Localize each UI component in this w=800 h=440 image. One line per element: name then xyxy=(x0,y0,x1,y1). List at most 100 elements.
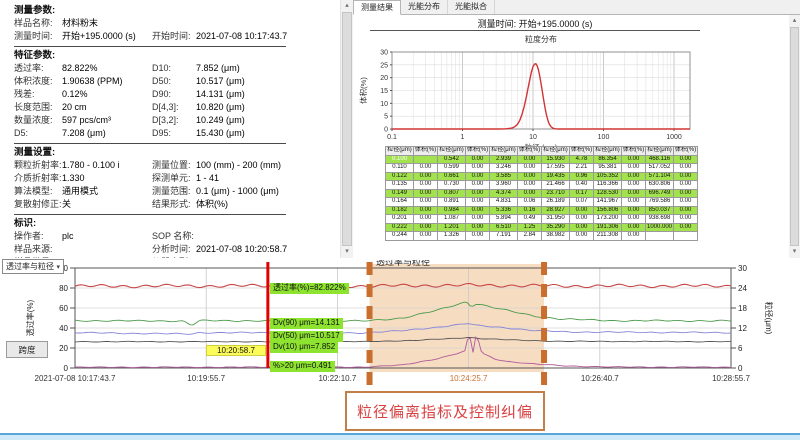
volume-cell[interactable]: 0.00 xyxy=(622,206,646,215)
size-cell[interactable] xyxy=(646,232,674,241)
volume-cell[interactable]: 0.00 xyxy=(674,198,698,207)
volume-cell[interactable]: 0.00 xyxy=(466,198,490,207)
volume-cell[interactable]: 0.00 xyxy=(414,223,438,232)
tab-light-energy-fit[interactable]: 光能拟合 xyxy=(448,0,495,14)
size-cell[interactable]: 86.354 xyxy=(594,155,622,164)
size-cell[interactable]: 0.891 xyxy=(438,198,466,207)
volume-cell[interactable]: 0.00 xyxy=(570,223,594,232)
volume-cell[interactable]: 0.40 xyxy=(570,181,594,190)
size-cell[interactable]: 38.982 xyxy=(542,232,570,241)
volume-cell[interactable]: 0.00 xyxy=(518,189,542,198)
volume-cell[interactable]: 0.00 xyxy=(466,172,490,181)
volume-cell[interactable]: 0.00 xyxy=(466,189,490,198)
volume-cell[interactable]: 0.00 xyxy=(674,155,698,164)
volume-cell[interactable]: 0.00 xyxy=(622,164,646,173)
size-cell[interactable]: 1.087 xyxy=(438,215,466,224)
size-cell[interactable]: 4.831 xyxy=(490,198,518,207)
volume-cell[interactable]: 0.00 xyxy=(466,164,490,173)
size-cell[interactable]: 468.116 xyxy=(646,155,674,164)
volume-cell[interactable] xyxy=(674,232,698,241)
volume-cell[interactable]: 0.00 xyxy=(570,232,594,241)
size-cell[interactable]: 0.135 xyxy=(386,181,414,190)
size-cell[interactable]: 2.939 xyxy=(490,155,518,164)
volume-cell[interactable]: 0.00 xyxy=(414,215,438,224)
volume-cell[interactable]: 0.00 xyxy=(622,155,646,164)
size-cell[interactable]: 696.749 xyxy=(646,189,674,198)
volume-cell[interactable]: 0.00 xyxy=(466,232,490,241)
size-cell[interactable]: 173.200 xyxy=(594,215,622,224)
size-cell[interactable]: 1.326 xyxy=(438,232,466,241)
volume-cell[interactable]: 0.00 xyxy=(414,172,438,181)
volume-cell[interactable]: 0.00 xyxy=(518,155,542,164)
size-cell[interactable]: 517.052 xyxy=(646,164,674,173)
scroll-down-icon[interactable]: ▾ xyxy=(341,247,353,257)
results-scrollbar[interactable]: ▴ ▾ xyxy=(789,15,800,258)
volume-cell[interactable]: 0.49 xyxy=(518,215,542,224)
size-cell[interactable]: 105.352 xyxy=(594,172,622,181)
size-cell[interactable]: 1.201 xyxy=(438,223,466,232)
size-cell[interactable]: 6.510 xyxy=(490,223,518,232)
size-cell[interactable]: 0.222 xyxy=(386,223,414,232)
size-cell[interactable]: 26.189 xyxy=(542,198,570,207)
volume-cell[interactable]: 0.00 xyxy=(414,164,438,173)
size-cell[interactable]: 191.306 xyxy=(594,223,622,232)
size-cell[interactable]: 211.308 xyxy=(594,232,622,241)
size-cell[interactable]: 0.149 xyxy=(386,189,414,198)
size-cell[interactable]: 769.586 xyxy=(646,198,674,207)
size-cell[interactable]: 19.435 xyxy=(542,172,570,181)
volume-cell[interactable]: 0.00 xyxy=(414,232,438,241)
size-cell[interactable]: 0.807 xyxy=(438,189,466,198)
size-cell[interactable]: 571.104 xyxy=(646,172,674,181)
scroll-down-icon[interactable]: ▾ xyxy=(789,247,800,257)
size-cell[interactable]: 116.366 xyxy=(594,181,622,190)
size-cell[interactable]: 0.730 xyxy=(438,181,466,190)
volume-cell[interactable]: 0.00 xyxy=(622,215,646,224)
volume-cell[interactable]: 0.00 xyxy=(414,198,438,207)
size-cell[interactable]: 95.381 xyxy=(594,164,622,173)
scroll-up-icon[interactable]: ▴ xyxy=(341,1,353,11)
volume-cell[interactable]: 1.25 xyxy=(518,223,542,232)
size-cell[interactable]: 35.290 xyxy=(542,223,570,232)
volume-cell[interactable]: 0.00 xyxy=(674,164,698,173)
volume-cell[interactable]: 0.16 xyxy=(518,206,542,215)
volume-cell[interactable]: 0.00 xyxy=(622,172,646,181)
volume-cell[interactable]: 0.00 xyxy=(570,206,594,215)
selection-band[interactable] xyxy=(370,264,544,372)
size-cell[interactable]: 0.244 xyxy=(386,232,414,241)
tab-light-energy-dist[interactable]: 光能分布 xyxy=(401,0,448,14)
size-cell[interactable]: 3.960 xyxy=(490,181,518,190)
size-cell[interactable]: 156.806 xyxy=(594,206,622,215)
size-cell[interactable]: 0.542 xyxy=(438,155,466,164)
scrollbar-thumb[interactable] xyxy=(342,12,352,246)
size-cell[interactable]: 0.599 xyxy=(438,164,466,173)
volume-cell[interactable]: 0.00 xyxy=(674,181,698,190)
span-button[interactable]: 跨度 xyxy=(6,341,48,358)
volume-cell[interactable]: 0.00 xyxy=(674,189,698,198)
volume-cell[interactable]: 0.00 xyxy=(622,198,646,207)
size-cell[interactable]: 31.950 xyxy=(542,215,570,224)
volume-cell[interactable]: 0.00 xyxy=(674,223,698,232)
size-cell[interactable]: 5.336 xyxy=(490,206,518,215)
size-cell[interactable]: 0.164 xyxy=(386,198,414,207)
size-cell[interactable]: 850.037 xyxy=(646,206,674,215)
volume-cell[interactable]: 2.21 xyxy=(570,164,594,173)
volume-cell[interactable]: 0.17 xyxy=(570,189,594,198)
volume-cell[interactable]: 0.00 xyxy=(674,172,698,181)
volume-cell[interactable]: 0.00 xyxy=(674,206,698,215)
volume-cell[interactable]: 0.00 xyxy=(414,189,438,198)
chart-type-dropdown[interactable]: 透过率与粒径 ▾ xyxy=(2,259,64,274)
volume-cell[interactable]: 0.96 xyxy=(570,172,594,181)
size-cell[interactable]: 7.191 xyxy=(490,232,518,241)
volume-cell[interactable]: 0.00 xyxy=(622,223,646,232)
size-cell[interactable]: 0.984 xyxy=(438,206,466,215)
volume-cell[interactable]: 0.00 xyxy=(466,155,490,164)
size-cell[interactable]: 1000.000 xyxy=(646,223,674,232)
volume-cell[interactable]: 0.00 xyxy=(414,181,438,190)
volume-cell[interactable]: 0.00 xyxy=(570,215,594,224)
size-cell[interactable]: 0.100 xyxy=(386,155,414,164)
size-cell[interactable]: 17.595 xyxy=(542,164,570,173)
volume-cell[interactable]: 4.78 xyxy=(570,155,594,164)
size-cell[interactable]: 128.530 xyxy=(594,189,622,198)
tab-measure-result[interactable]: 测量结果 xyxy=(353,0,401,15)
size-cell[interactable]: 15.930 xyxy=(542,155,570,164)
